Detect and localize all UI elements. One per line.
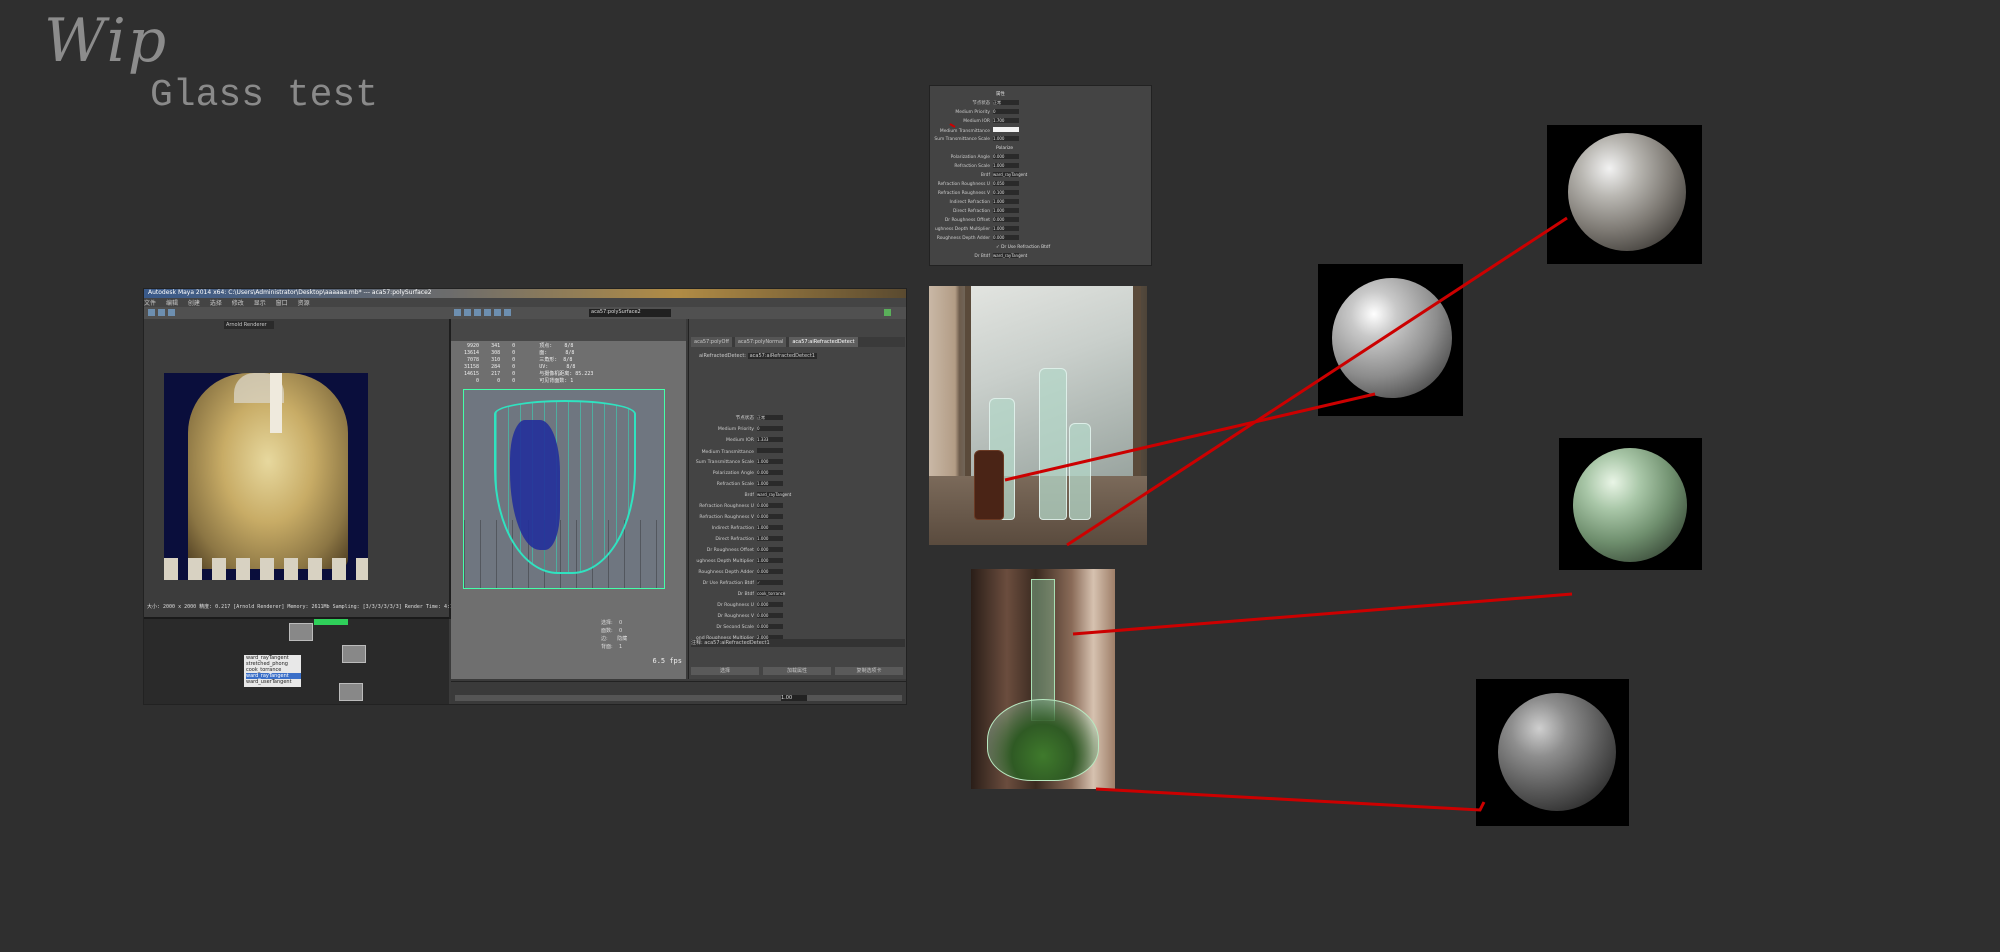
link-line: [1004, 392, 1376, 482]
link-lines: [949, 123, 1573, 812]
link-line: [1095, 787, 1486, 812]
ior-arrow: [949, 123, 956, 128]
link-line: [1072, 592, 1573, 636]
link-line: [1066, 216, 1568, 547]
